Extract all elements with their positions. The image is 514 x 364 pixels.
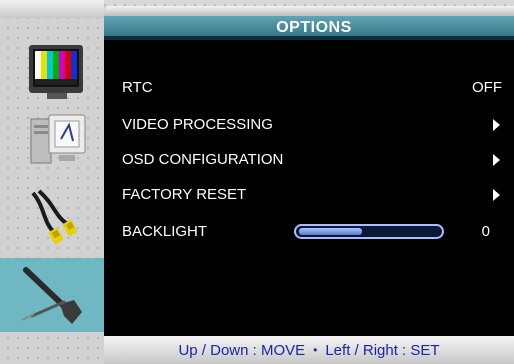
menu-item-label: OSD CONFIGURATION xyxy=(122,151,284,168)
menu-item-video-processing[interactable]: VIDEO PROCESSING xyxy=(122,114,502,136)
sidebar-item-picture[interactable] xyxy=(18,40,98,106)
page-title: OPTIONS xyxy=(276,19,352,36)
set-hint: Left / Right : SET xyxy=(325,341,440,359)
menu-title-bar: OPTIONS xyxy=(104,16,514,40)
options-panel: OPTIONS RTC OFF VIDEO PROCESSING OSD CON… xyxy=(104,6,514,336)
backlight-value: 0 xyxy=(481,223,490,240)
menu-item-label: BACKLIGHT xyxy=(122,223,208,240)
sidebar-top-bevel xyxy=(0,0,104,18)
sidebar xyxy=(0,0,104,364)
backlight-slider[interactable] xyxy=(294,224,444,239)
menu-item-rtc[interactable]: RTC OFF xyxy=(122,77,502,99)
menu-item-label: FACTORY RESET xyxy=(122,186,247,203)
footer-hint-bar: Up / Down : MOVE • Left / Right : SET xyxy=(104,336,514,364)
panel-top-bevel xyxy=(104,6,514,16)
menu-item-factory-reset[interactable]: FACTORY RESET xyxy=(122,184,502,206)
tv-color-bars-icon xyxy=(29,45,83,99)
sidebar-item-input[interactable] xyxy=(18,184,98,250)
av-cables-icon xyxy=(31,189,78,244)
menu-item-backlight[interactable]: BACKLIGHT 0 xyxy=(122,221,502,243)
wrench-tool-icon xyxy=(21,267,82,324)
backlight-slider-fill xyxy=(299,228,362,235)
nav-hint: Up / Down : MOVE xyxy=(178,341,306,359)
chevron-right-icon xyxy=(493,154,500,166)
sidebar-item-display[interactable] xyxy=(18,108,98,174)
monitor-computer-icon xyxy=(30,114,86,164)
chevron-right-icon xyxy=(493,189,500,201)
chevron-right-icon xyxy=(493,119,500,131)
separator-dot: • xyxy=(313,343,318,357)
menu-item-value: OFF xyxy=(472,79,502,96)
sidebar-item-options[interactable] xyxy=(0,258,104,332)
menu-item-label: RTC xyxy=(122,79,153,96)
menu-item-label: VIDEO PROCESSING xyxy=(122,116,273,133)
menu-item-osd-configuration[interactable]: OSD CONFIGURATION xyxy=(122,149,502,171)
